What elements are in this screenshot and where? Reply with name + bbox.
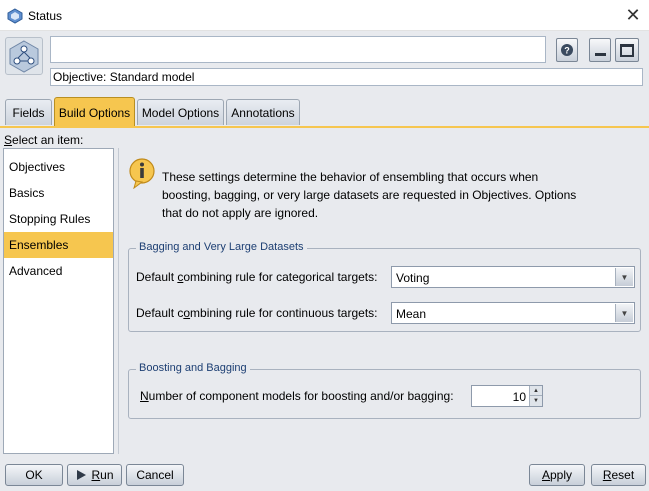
run-arrow-icon — [77, 470, 87, 480]
group-title-bagging: Bagging and Very Large Datasets — [136, 241, 307, 253]
tab-annotations[interactable]: Annotations — [226, 99, 300, 125]
ok-button[interactable]: OK — [5, 464, 63, 486]
list-item-advanced[interactable]: Advanced — [4, 258, 113, 284]
cancel-button[interactable]: Cancel — [126, 464, 184, 486]
tab-build-options[interactable]: Build Options — [54, 97, 135, 127]
help-icon[interactable]: ? — [556, 38, 578, 62]
close-icon[interactable]: ✕ — [620, 2, 646, 28]
run-button[interactable]: Run — [67, 464, 122, 486]
svg-text:?: ? — [564, 46, 570, 56]
chevron-down-icon[interactable]: ▼ — [615, 304, 633, 322]
stepper-up-icon[interactable]: ▲ — [529, 386, 542, 396]
model-node-icon — [7, 8, 23, 24]
list-item-stopping-rules[interactable]: Stopping Rules — [4, 206, 113, 232]
window-title: Status — [28, 9, 63, 23]
list-item-basics[interactable]: Basics — [4, 180, 113, 206]
tab-underline — [0, 126, 649, 128]
objective-label: Objective: Standard model — [50, 68, 643, 86]
continuous-rule-select[interactable]: Mean ▼ — [391, 302, 635, 324]
chevron-down-icon[interactable]: ▼ — [615, 268, 633, 286]
apply-button[interactable]: Apply — [529, 464, 585, 486]
minimize-icon[interactable] — [589, 38, 611, 62]
tab-fields[interactable]: Fields — [5, 99, 52, 125]
reset-button[interactable]: Reset — [591, 464, 646, 486]
stepper-down-icon[interactable]: ▼ — [529, 396, 542, 406]
node-name-field[interactable] — [50, 36, 546, 63]
info-text: These settings determine the behavior of… — [162, 170, 577, 220]
status-dialog: Status ✕ ? Objective: Standard model Fie… — [0, 0, 649, 491]
maximize-icon[interactable] — [615, 38, 639, 62]
select-item-label: Select an item: — [4, 133, 84, 147]
item-list: Objectives Basics Stopping Rules Ensembl… — [3, 148, 114, 454]
tab-model-options[interactable]: Model Options — [137, 99, 224, 125]
node-icon — [5, 37, 43, 75]
title-bar: Status ✕ — [0, 0, 649, 31]
component-models-label: Number of component models for boosting … — [140, 389, 454, 403]
info-icon — [129, 158, 155, 189]
categorical-rule-value: Voting — [396, 271, 430, 285]
ensemble-node-icon — [9, 40, 39, 73]
list-item-ensembles[interactable]: Ensembles — [4, 232, 113, 258]
continuous-rule-value: Mean — [396, 307, 427, 321]
group-title-boosting: Boosting and Bagging — [136, 362, 250, 374]
continuous-rule-label: Default combining rule for continuous ta… — [136, 306, 378, 320]
categorical-rule-select[interactable]: Voting ▼ — [391, 266, 635, 288]
list-item-objectives[interactable]: Objectives — [4, 154, 113, 180]
component-models-value: 10 — [512, 390, 526, 404]
categorical-rule-label: Default combining rule for categorical t… — [136, 270, 378, 284]
component-models-stepper[interactable]: 10 ▲ ▼ — [471, 385, 543, 407]
